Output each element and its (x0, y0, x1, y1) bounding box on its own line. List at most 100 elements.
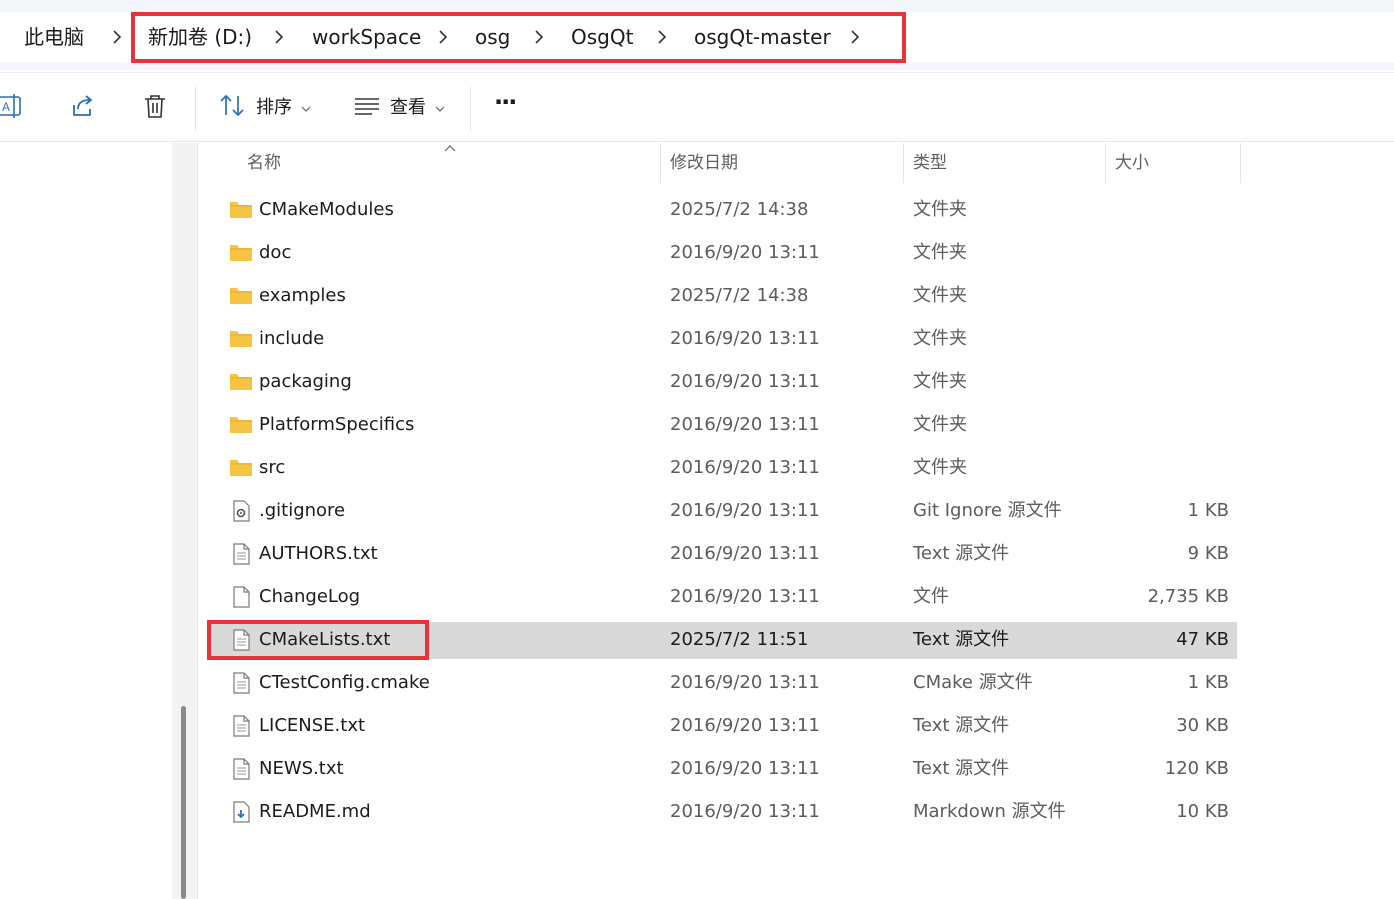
file-row[interactable]: packaging 2016/9/20 13:11 文件夹 (209, 364, 1237, 401)
file-date: 2025/7/2 14:38 (670, 285, 809, 306)
file-name: CMakeModules (259, 199, 394, 220)
share-icon[interactable] (68, 91, 98, 121)
file-row[interactable]: ChangeLog 2016/9/20 13:11 文件 2,735 KB (209, 579, 1237, 616)
blank-file-icon (233, 586, 250, 608)
navigation-pane (0, 143, 172, 899)
file-type: 文件夹 (913, 242, 967, 263)
file-size: 30 KB (1176, 715, 1229, 736)
column-divider[interactable] (903, 143, 904, 183)
file-name: PlatformSpecifics (259, 414, 415, 435)
file-name: packaging (259, 371, 352, 392)
file-date: 2025/7/2 11:51 (670, 629, 809, 650)
file-row[interactable]: src 2016/9/20 13:11 文件夹 (209, 450, 1237, 487)
sort-button[interactable]: 排序 (256, 95, 292, 121)
file-row[interactable]: include 2016/9/20 13:11 文件夹 (209, 321, 1237, 358)
file-row[interactable]: doc 2016/9/20 13:11 文件夹 (209, 235, 1237, 272)
file-type: Git Ignore 源文件 (913, 500, 1062, 521)
file-type: Text 源文件 (913, 715, 1010, 736)
file-date: 2016/9/20 13:11 (670, 715, 820, 736)
trash-icon[interactable] (140, 91, 170, 121)
file-name: examples (259, 285, 346, 306)
svg-text:A: A (2, 100, 10, 114)
view-list-icon[interactable] (352, 91, 382, 121)
breadcrumb-this-pc[interactable]: 此电脑 (24, 22, 84, 52)
markdown-file-icon (233, 801, 250, 823)
sort-icon[interactable] (218, 91, 248, 121)
file-row[interactable]: PlatformSpecifics 2016/9/20 13:11 文件夹 (209, 407, 1237, 444)
folder-icon (230, 417, 252, 433)
file-name: .gitignore (259, 500, 346, 521)
file-row[interactable]: LICENSE.txt 2016/9/20 13:11 Text 源文件 30 KB (209, 708, 1237, 745)
file-date: 2016/9/20 13:11 (670, 500, 820, 521)
file-size: 1 KB (1187, 672, 1229, 693)
file-name: include (259, 328, 325, 349)
file-date: 2025/7/2 14:38 (670, 199, 809, 220)
rename-icon[interactable]: A (0, 91, 26, 121)
file-size: 10 KB (1176, 801, 1229, 822)
file-row[interactable]: .gitignore 2016/9/20 13:11 Git Ignore 源文件 1… (209, 493, 1237, 530)
file-name: LICENSE.txt (259, 715, 366, 736)
file-type: Text 源文件 (913, 629, 1010, 650)
file-date: 2016/9/20 13:11 (670, 371, 820, 392)
file-type: Text 源文件 (913, 543, 1010, 564)
file-name: ChangeLog (259, 586, 361, 607)
file-name: doc (259, 242, 292, 263)
file-date: 2016/9/20 13:11 (670, 242, 820, 263)
toolbar-separator (195, 87, 196, 131)
file-type: 文件 (913, 586, 949, 607)
chevron-down-icon[interactable] (435, 105, 445, 113)
file-date: 2016/9/20 13:11 (670, 457, 820, 478)
file-type: 文件夹 (913, 414, 967, 435)
file-row[interactable]: README.md 2016/9/20 13:11 Markdown 源文件 10 K… (209, 794, 1237, 831)
column-divider[interactable] (660, 143, 661, 183)
file-size: 47 KB (1176, 629, 1229, 650)
text-file-icon (233, 715, 250, 737)
file-name: README.md (259, 801, 371, 822)
text-file-icon (233, 543, 250, 565)
file-size: 1 KB (1187, 500, 1229, 521)
file-type: 文件夹 (913, 457, 967, 478)
file-date: 2016/9/20 13:11 (670, 758, 820, 779)
file-type: 文件夹 (913, 371, 967, 392)
file-name: NEWS.txt (259, 758, 344, 779)
file-type: Text 源文件 (913, 758, 1010, 779)
file-row[interactable]: CMakeModules 2025/7/2 14:38 文件夹 (209, 192, 1237, 229)
file-row[interactable]: CTestConfig.cmake 2016/9/20 13:11 CMake 源文… (209, 665, 1237, 702)
file-size: 9 KB (1187, 543, 1229, 564)
file-type: 文件夹 (913, 285, 967, 306)
column-header-name[interactable]: 名称 (247, 150, 281, 176)
highlight-box-cmakelists (207, 620, 429, 660)
folder-icon (230, 460, 252, 476)
chevron-right-icon[interactable] (110, 30, 124, 44)
column-header-date[interactable]: 修改日期 (670, 150, 738, 176)
file-row[interactable]: AUTHORS.txt 2016/9/20 13:11 Text 源文件 9 KB (209, 536, 1237, 573)
navigation-scrollbar-thumb[interactable] (181, 706, 186, 899)
file-date: 2016/9/20 13:11 (670, 328, 820, 349)
file-name: CTestConfig.cmake (259, 672, 430, 693)
file-size: 120 KB (1164, 758, 1229, 779)
file-date: 2016/9/20 13:11 (670, 414, 820, 435)
column-divider[interactable] (1105, 143, 1106, 183)
file-type: Markdown 源文件 (913, 801, 1066, 822)
more-options-button[interactable]: ··· (494, 89, 517, 115)
sort-ascending-icon (444, 145, 456, 152)
file-size: 2,735 KB (1147, 586, 1229, 607)
gear-file-icon (233, 500, 250, 522)
file-name: src (259, 457, 286, 478)
view-button[interactable]: 查看 (390, 95, 426, 121)
file-date: 2016/9/20 13:11 (670, 586, 820, 607)
file-type: 文件夹 (913, 328, 967, 349)
folder-icon (230, 288, 252, 304)
file-row[interactable]: examples 2025/7/2 14:38 文件夹 (209, 278, 1237, 315)
folder-icon (230, 245, 252, 261)
file-row[interactable]: NEWS.txt 2016/9/20 13:11 Text 源文件 120 KB (209, 751, 1237, 788)
file-type: CMake 源文件 (913, 672, 1033, 693)
file-date: 2016/9/20 13:11 (670, 543, 820, 564)
column-divider[interactable] (1240, 143, 1241, 183)
column-header-size[interactable]: 大小 (1115, 150, 1149, 176)
chevron-down-icon[interactable] (301, 105, 311, 113)
text-file-icon (233, 758, 250, 780)
command-bar: A 排序 查看 ··· (0, 72, 1394, 142)
column-header-type[interactable]: 类型 (913, 150, 947, 176)
file-date: 2016/9/20 13:11 (670, 801, 820, 822)
